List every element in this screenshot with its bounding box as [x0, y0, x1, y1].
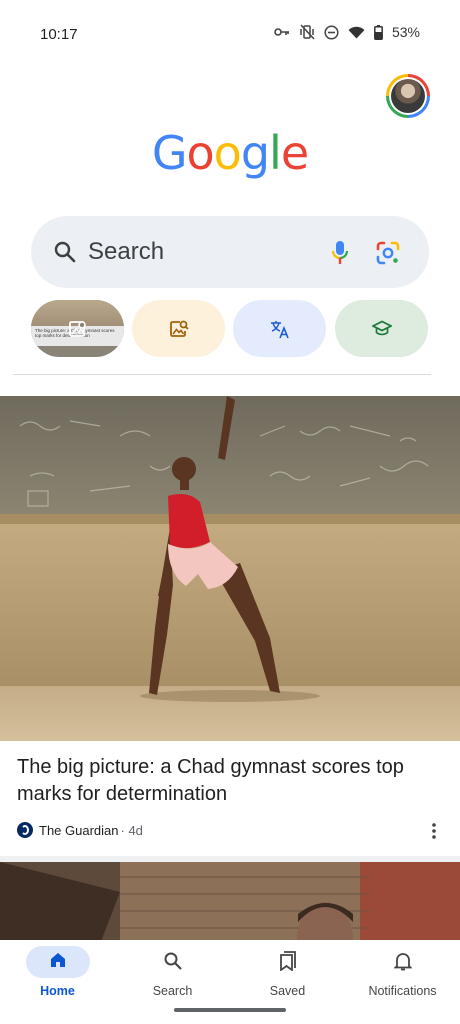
nav-saved[interactable]: Saved: [230, 940, 345, 1010]
article-title[interactable]: The big picture: a Chad gymnast scores t…: [17, 754, 442, 808]
battery-icon: [374, 24, 383, 40]
article-source-row: The Guardian · 4d: [17, 820, 143, 840]
translate-chip[interactable]: [233, 300, 326, 357]
google-logo: Google: [0, 126, 460, 180]
image-search-icon: [169, 320, 189, 337]
logo-letter: o: [213, 126, 242, 180]
school-icon: [371, 320, 392, 335]
feed-divider: [13, 374, 431, 375]
logo-letter: o: [186, 126, 215, 180]
bell-icon: [393, 953, 412, 971]
dnd-icon: [324, 24, 339, 40]
nav-home-label: Home: [40, 984, 75, 998]
article-source: The Guardian: [39, 822, 119, 838]
logo-letter: g: [240, 126, 270, 180]
nav-notifications[interactable]: Notifications: [345, 940, 460, 1010]
search-bar[interactable]: Search: [31, 216, 429, 288]
vpn-key-icon: [274, 28, 289, 36]
nav-saved-label: Saved: [269, 984, 306, 998]
bookmarks-icon: [279, 951, 296, 971]
home-icon: [50, 953, 65, 967]
nav-notifications-label: Notifications: [368, 984, 437, 998]
nav-search[interactable]: Search: [115, 940, 230, 1010]
logo-letter: l: [269, 126, 282, 180]
article-age: · 4d: [120, 822, 143, 838]
battery-percent: 53%: [391, 24, 420, 40]
logo-letter: e: [280, 126, 309, 180]
next-article-image[interactable]: [0, 862, 460, 944]
account-avatar[interactable]: [386, 74, 430, 118]
status-bar: 10:17 53%: [0, 0, 460, 70]
lens-icon[interactable]: [375, 240, 401, 266]
image-search-chip[interactable]: [132, 300, 225, 357]
guardian-logo-icon: [17, 822, 33, 838]
gesture-home-indicator[interactable]: [174, 1008, 286, 1012]
avatar-photo: [391, 79, 425, 113]
wifi-icon: [348, 26, 365, 38]
search-icon: [164, 952, 182, 970]
more-vert-icon[interactable]: [430, 822, 438, 840]
logo-letter: G: [151, 126, 188, 180]
mic-icon[interactable]: [331, 240, 349, 266]
gymnast-photo: [0, 396, 460, 741]
search-icon: [54, 241, 76, 263]
nav-home[interactable]: Home: [0, 940, 115, 1010]
vibrate-off-icon: [300, 24, 315, 40]
article-image[interactable]: [0, 396, 460, 741]
next-article-photo: [0, 862, 460, 944]
screenshot-search-chip[interactable]: The big picture: a Chad gymnast scores t…: [31, 300, 124, 357]
homework-chip[interactable]: [335, 300, 428, 357]
status-time: 10:17: [40, 26, 78, 43]
search-input[interactable]: Search: [88, 238, 164, 266]
status-icons: 53%: [274, 24, 420, 40]
image-search-icon: [68, 320, 86, 337]
translate-icon: [270, 320, 289, 338]
nav-search-label: Search: [152, 984, 193, 998]
